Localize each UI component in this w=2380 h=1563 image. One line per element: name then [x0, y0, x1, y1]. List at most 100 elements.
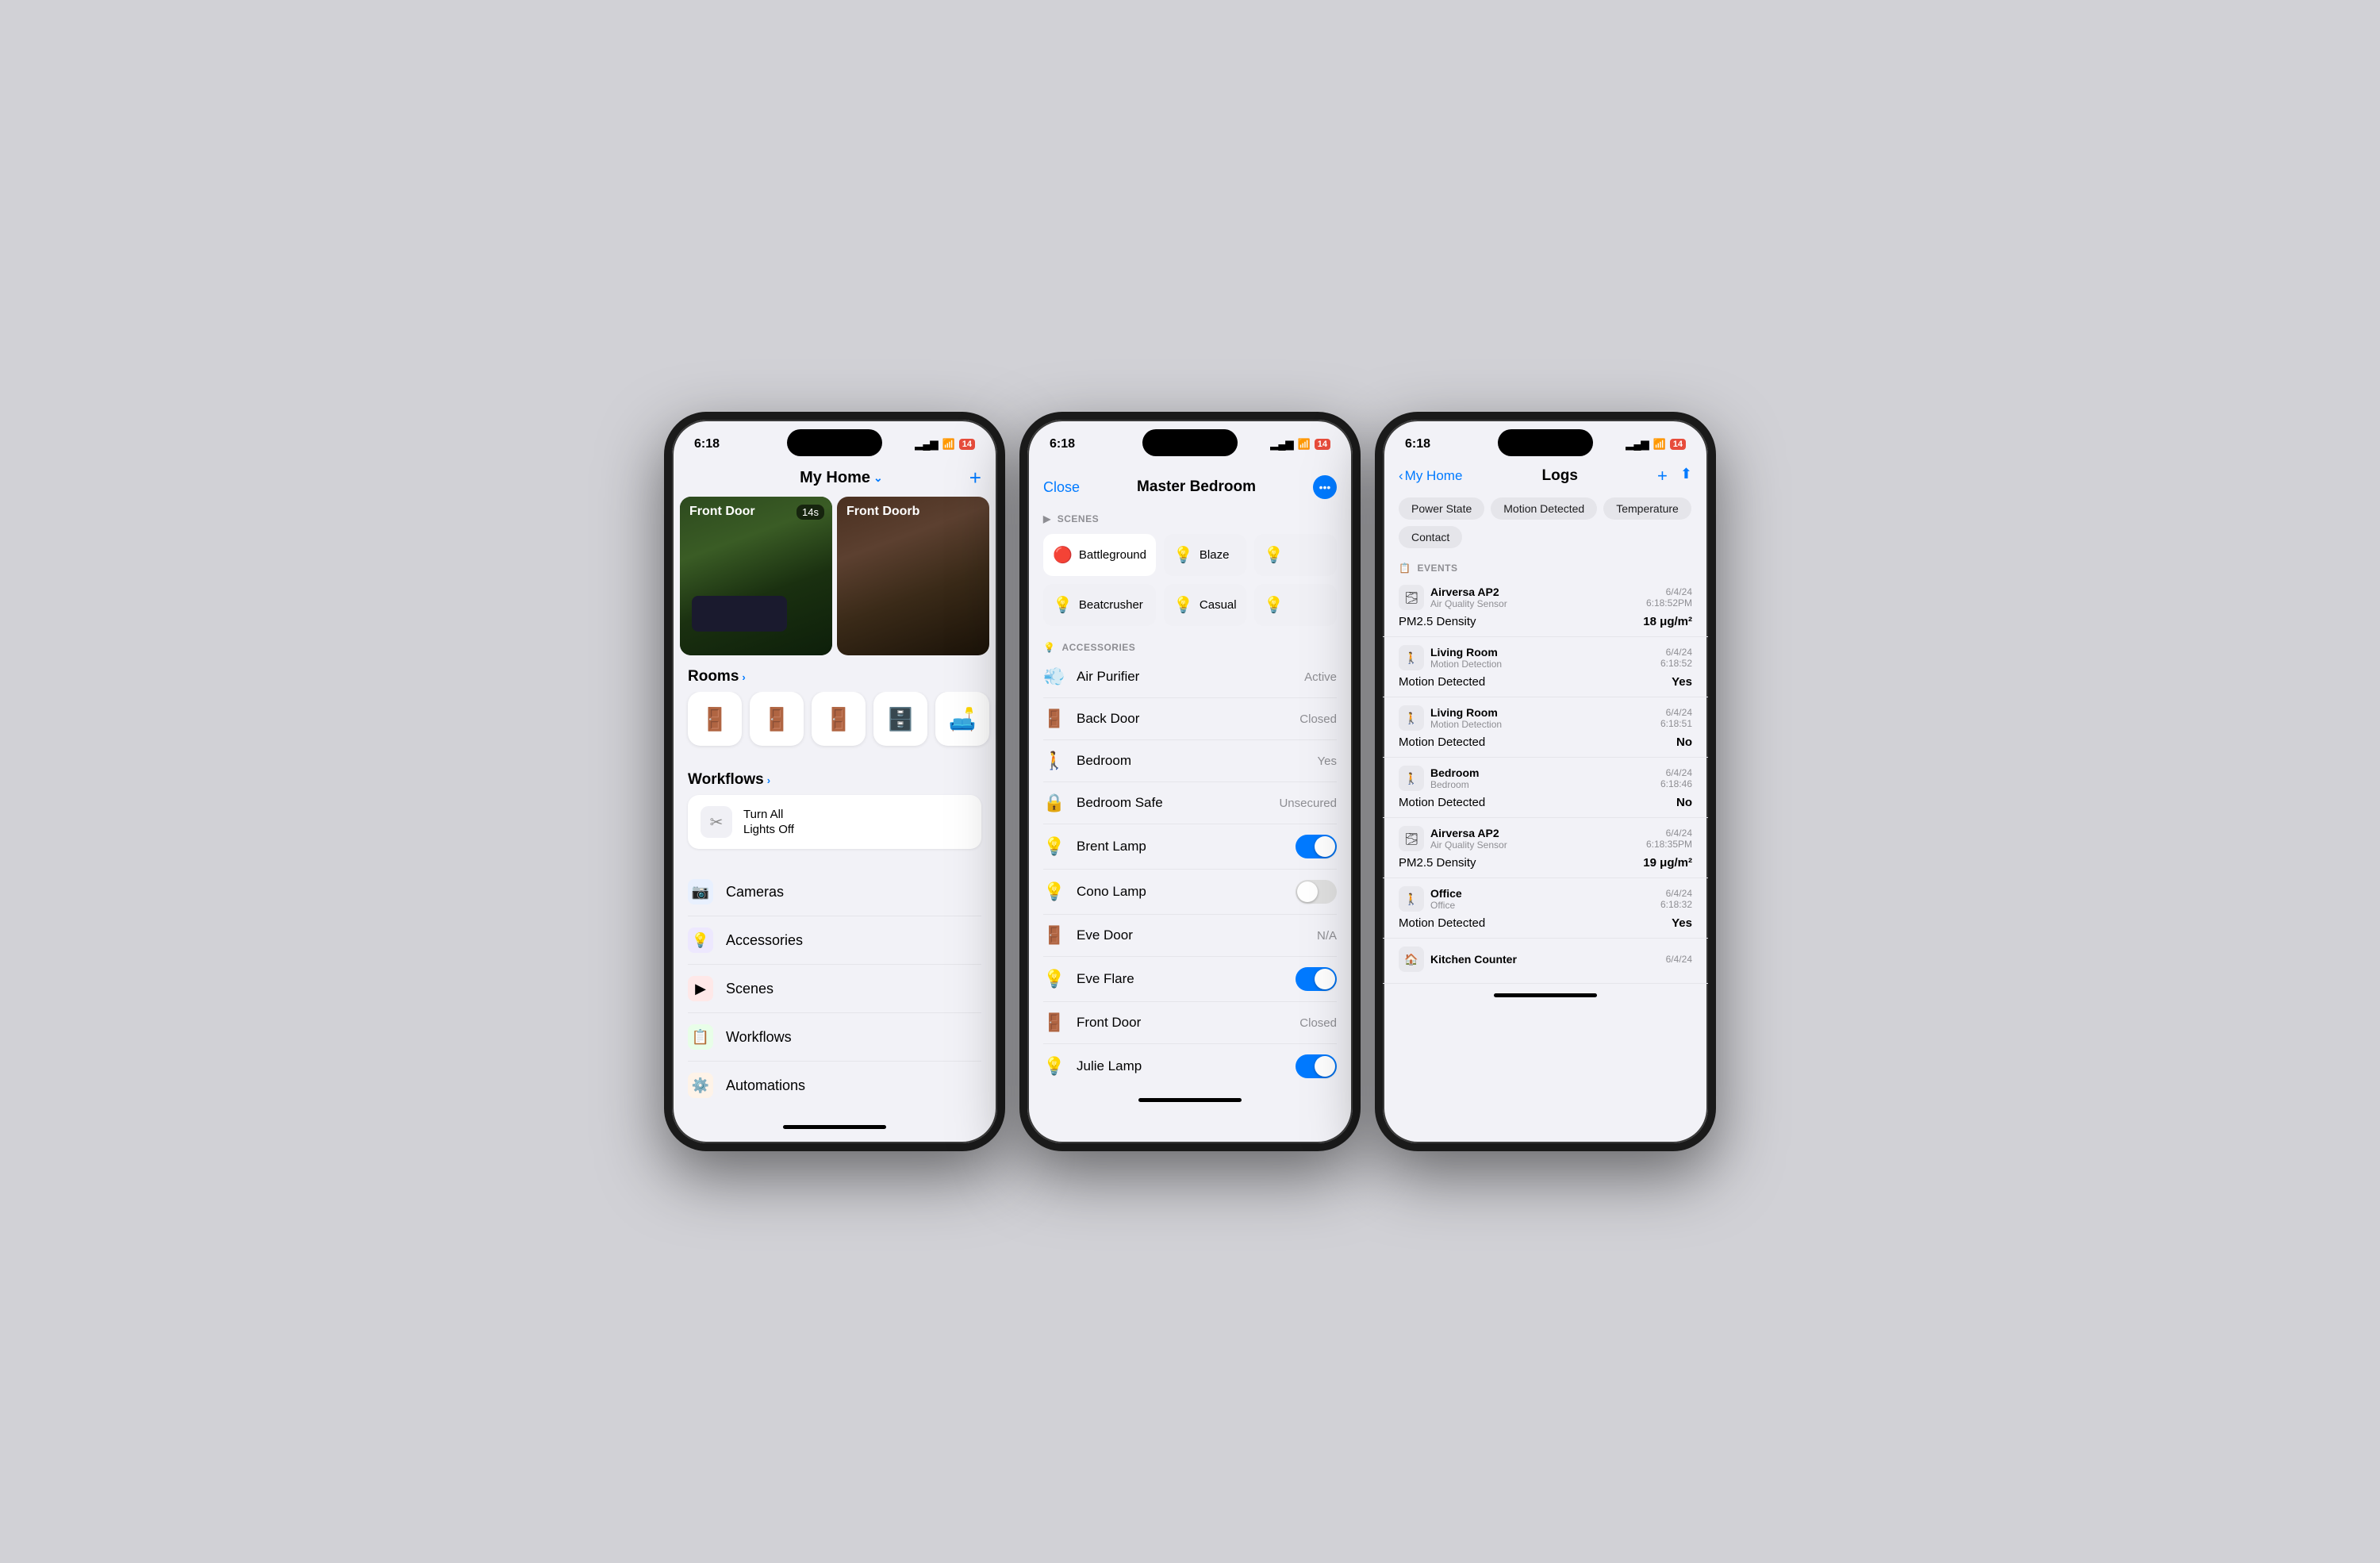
room-icon-4[interactable]: 🗄️ [873, 692, 927, 746]
accessory-eve-door[interactable]: 🚪 Eve Door N/A [1043, 915, 1337, 957]
log-detail-1: Motion Detected Yes [1399, 674, 1692, 689]
brent-lamp-toggle[interactable] [1296, 835, 1337, 858]
filter-power-state[interactable]: Power State [1399, 497, 1484, 520]
filter-contact[interactable]: Contact [1399, 526, 1462, 548]
accessory-bedroom-safe[interactable]: 🔒 Bedroom Safe Unsecured [1043, 782, 1337, 824]
log-event-2[interactable]: 🚶 Living Room Motion Detection 6/4/24 6:… [1383, 697, 1708, 758]
log-detail-4: PM2.5 Density 19 μg/m² [1399, 854, 1692, 870]
julie-lamp-toggle[interactable] [1296, 1054, 1337, 1078]
menu-item-cameras[interactable]: 📷 Cameras [688, 868, 981, 916]
chevron-down-icon: ⌄ [873, 471, 883, 485]
room-icon-3[interactable]: 🚪 [812, 692, 866, 746]
filter-temperature[interactable]: Temperature [1603, 497, 1691, 520]
share-log-button[interactable]: ⬆ [1680, 466, 1692, 486]
workflow-card[interactable]: ✂ Turn AllLights Off [688, 795, 981, 849]
log-event-3[interactable]: 🚶 Bedroom Bedroom 6/4/24 6:18:46 Motion … [1383, 758, 1708, 818]
home-title-container[interactable]: My Home ⌄ [800, 469, 883, 487]
home-indicator-1 [783, 1125, 886, 1129]
log-device-text-1: Living Room Motion Detection [1430, 646, 1502, 670]
add-log-button[interactable]: + [1657, 466, 1668, 486]
log-metric-2: Motion Detected [1399, 735, 1485, 749]
accessory-brent-lamp[interactable]: 💡 Brent Lamp [1043, 824, 1337, 870]
bedroom-safe-status: Unsecured [1279, 797, 1337, 810]
eve-door-status: N/A [1317, 929, 1337, 943]
log-value-5: Yes [1672, 916, 1692, 930]
log-device-icon-1: 🚶 [1399, 645, 1424, 670]
phone-3: 6:18 ▂▄▆ 📶 14 ‹ My Home Logs + ⬆ Power S… [1375, 412, 1716, 1151]
log-event-header-0: 🌫 Airversa AP2 Air Quality Sensor 6/4/24… [1399, 585, 1692, 610]
scene-beatcrusher[interactable]: 💡 Beatcrusher [1043, 584, 1156, 626]
phone-2: 6:18 ▂▄▆ 📶 14 Close Master Bedroom ••• ▶… [1019, 412, 1361, 1151]
log-device-text-4: Airversa AP2 Air Quality Sensor [1430, 827, 1507, 851]
menu-item-automations[interactable]: ⚙️ Automations [688, 1062, 981, 1109]
log-event-0[interactable]: 🌫 Airversa AP2 Air Quality Sensor 6/4/24… [1383, 577, 1708, 637]
cameras-row: Front Door 14s Front Doorb [672, 497, 997, 655]
menu-label-automations: Automations [726, 1077, 805, 1094]
accessory-air-purifier[interactable]: 💨 Air Purifier Active [1043, 656, 1337, 698]
scene-3[interactable]: 💡 [1254, 534, 1337, 576]
workflows-section-title[interactable]: Workflows › [672, 758, 997, 795]
camera-card-frontdoorb[interactable]: Front Doorb [837, 497, 989, 655]
log-event-1[interactable]: 🚶 Living Room Motion Detection 6/4/24 6:… [1383, 637, 1708, 697]
logs-header: ‹ My Home Logs + ⬆ [1383, 463, 1708, 493]
cono-lamp-toggle[interactable] [1296, 880, 1337, 904]
scene-casual[interactable]: 💡 Casual [1164, 584, 1246, 626]
rooms-section-title[interactable]: Rooms › [672, 655, 997, 692]
time-2: 6:18 [1050, 437, 1075, 451]
room-icon-1[interactable]: 🚪 [688, 692, 742, 746]
menu-list: 📷 Cameras 💡 Accessories ▶ Scenes 📋 Workf… [672, 862, 997, 1116]
accessory-eve-flare[interactable]: 💡 Eve Flare [1043, 957, 1337, 1002]
scene-icon-beatcrusher: 💡 [1053, 595, 1073, 615]
log-metric-0: PM2.5 Density [1399, 615, 1476, 628]
status-icons-2: ▂▄▆ 📶 14 [1270, 438, 1330, 451]
log-date-5: 6/4/24 6:18:32 [1660, 888, 1692, 910]
dynamic-island-1 [787, 429, 882, 456]
signal-icon-3: ▂▄▆ [1626, 438, 1649, 451]
add-button[interactable]: + [969, 466, 981, 490]
scene-label-casual: Casual [1200, 598, 1237, 612]
log-date-0: 6/4/24 6:18:52PM [1646, 586, 1692, 609]
menu-item-workflows[interactable]: 📋 Workflows [688, 1013, 981, 1062]
close-button[interactable]: Close [1043, 479, 1080, 496]
more-options-button[interactable]: ••• [1313, 475, 1337, 499]
menu-label-scenes: Scenes [726, 981, 774, 997]
accessory-julie-lamp[interactable]: 💡 Julie Lamp [1043, 1044, 1337, 1089]
menu-item-accessories[interactable]: 💡 Accessories [688, 916, 981, 965]
front-door-name: Front Door [1077, 1015, 1288, 1031]
log-event-6[interactable]: 🏠 Kitchen Counter 6/4/24 [1383, 939, 1708, 984]
accessory-front-door[interactable]: 🚪 Front Door Closed [1043, 1002, 1337, 1044]
log-date-4: 6/4/24 6:18:35PM [1646, 828, 1692, 850]
room-icon-2[interactable]: 🚪 [750, 692, 804, 746]
scene-6[interactable]: 💡 [1254, 584, 1337, 626]
toggle-knob-off [1297, 881, 1318, 902]
log-device-name-0: Airversa AP2 [1430, 586, 1507, 598]
events-text: EVENTS [1417, 563, 1457, 574]
log-value-0: 18 μg/m² [1643, 615, 1692, 628]
back-door-icon: 🚪 [1043, 709, 1065, 729]
scene-battleground[interactable]: 🔴 Battleground [1043, 534, 1156, 576]
log-device-icon-4: 🌫 [1399, 826, 1424, 851]
bedroom-status: Yes [1318, 755, 1337, 768]
back-button[interactable]: ‹ My Home [1399, 468, 1462, 484]
dynamic-island-2 [1142, 429, 1238, 456]
accessory-cono-lamp[interactable]: 💡 Cono Lamp [1043, 870, 1337, 915]
log-device-sub-5: Office [1430, 900, 1462, 911]
accessory-list: 💨 Air Purifier Active 🚪 Back Door Closed… [1027, 656, 1353, 1089]
log-device-name-4: Airversa AP2 [1430, 827, 1507, 839]
eve-flare-toggle[interactable] [1296, 967, 1337, 991]
log-event-4[interactable]: 🌫 Airversa AP2 Air Quality Sensor 6/4/24… [1383, 818, 1708, 878]
filter-motion-detected[interactable]: Motion Detected [1491, 497, 1597, 520]
accessory-back-door[interactable]: 🚪 Back Door Closed [1043, 698, 1337, 740]
log-event-5[interactable]: 🚶 Office Office 6/4/24 6:18:32 Motion De… [1383, 878, 1708, 939]
log-device-icon-5: 🚶 [1399, 886, 1424, 912]
scene-blaze[interactable]: 💡 Blaze [1164, 534, 1246, 576]
accessory-bedroom[interactable]: 🚶 Bedroom Yes [1043, 740, 1337, 782]
camera-card-frontdoor[interactable]: Front Door 14s [680, 497, 832, 655]
room-icon-5[interactable]: 🛋️ [935, 692, 989, 746]
signal-icon-1: ▂▄▆ [915, 438, 938, 451]
log-metric-4: PM2.5 Density [1399, 856, 1476, 870]
menu-item-scenes[interactable]: ▶ Scenes [688, 965, 981, 1013]
menu-label-workflows: Workflows [726, 1029, 792, 1046]
cono-lamp-name: Cono Lamp [1077, 884, 1284, 900]
log-device-icon-6: 🏠 [1399, 947, 1424, 972]
